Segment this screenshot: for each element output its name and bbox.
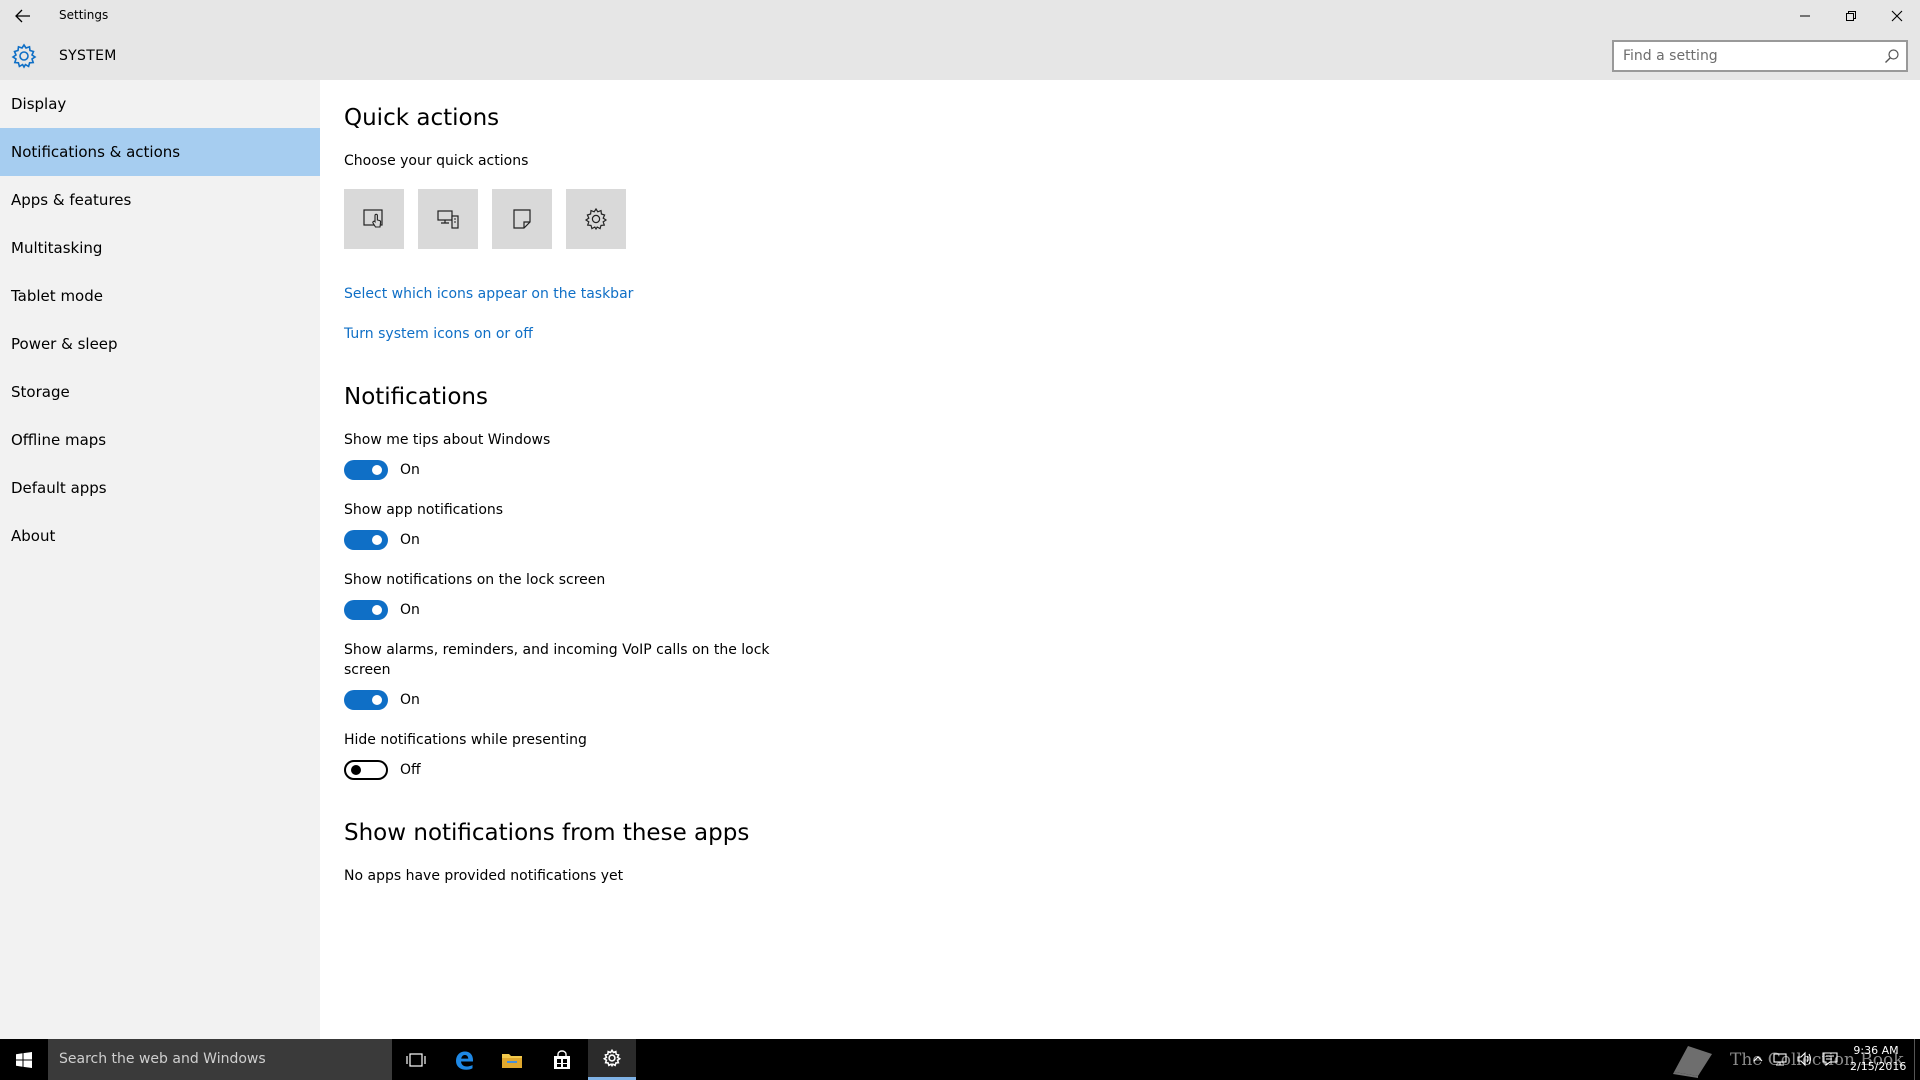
- book-logo-icon: [1673, 1045, 1712, 1078]
- sidebar: Display Notifications & actions Apps & f…: [0, 80, 320, 1039]
- quick-action-tile-3[interactable]: [492, 189, 552, 249]
- sidebar-item-storage[interactable]: Storage: [0, 368, 320, 416]
- no-apps-text: No apps have provided notifications yet: [344, 868, 624, 884]
- system-tray: [1752, 1051, 1838, 1067]
- search-input[interactable]: [1614, 42, 1874, 70]
- store-button[interactable]: [538, 1039, 586, 1080]
- taskbar-icons-link[interactable]: Select which icons appear on the taskbar: [344, 286, 633, 302]
- task-view-icon: [406, 1052, 426, 1067]
- action-center-icon[interactable]: [1822, 1051, 1838, 1067]
- minimize-icon: [1800, 15, 1810, 16]
- main-content: Quick actions Choose your quick actions …: [320, 80, 1920, 1039]
- volume-icon[interactable]: [1796, 1051, 1814, 1067]
- toggle-app-notifications[interactable]: [344, 530, 388, 550]
- settings-header: SYSTEM: [0, 31, 1920, 80]
- sidebar-item-power-sleep[interactable]: Power & sleep: [0, 320, 320, 368]
- windows-logo-icon: [16, 1051, 32, 1068]
- sidebar-item-offline-maps[interactable]: Offline maps: [0, 416, 320, 464]
- chevron-up-icon[interactable]: [1752, 1051, 1764, 1067]
- apps-notifications-heading: Show notifications from these apps: [344, 820, 750, 846]
- toggle-knob: [372, 695, 382, 705]
- task-view-button[interactable]: [392, 1039, 440, 1080]
- toggle-state-lock-screen: On: [400, 602, 420, 618]
- taskbar: Search the web and Windows The Collectio…: [0, 1039, 1920, 1080]
- taskbar-search[interactable]: Search the web and Windows: [48, 1039, 392, 1080]
- quick-action-tile-2[interactable]: [418, 189, 478, 249]
- setting-label-lock-screen: Show notifications on the lock screen: [344, 572, 606, 588]
- connect-icon: [437, 210, 459, 229]
- tablet-mode-icon: [363, 209, 383, 228]
- setting-label-hide-presenting: Hide notifications while presenting: [344, 732, 587, 748]
- restore-icon: [1846, 10, 1856, 21]
- show-desktop-button[interactable]: [1914, 1039, 1920, 1080]
- toggle-tips[interactable]: [344, 460, 388, 480]
- sidebar-item-tablet-mode[interactable]: Tablet mode: [0, 272, 320, 320]
- toggle-state-app-notifications: On: [400, 532, 420, 548]
- gear-icon: [602, 1048, 622, 1068]
- note-icon: [513, 209, 531, 229]
- edge-button[interactable]: [440, 1039, 488, 1080]
- search-box[interactable]: [1612, 40, 1908, 72]
- search-icon[interactable]: [1884, 48, 1900, 64]
- sidebar-item-apps-features[interactable]: Apps & features: [0, 176, 320, 224]
- toggle-knob: [372, 605, 382, 615]
- sidebar-item-default-apps[interactable]: Default apps: [0, 464, 320, 512]
- restore-button[interactable]: [1828, 0, 1874, 31]
- clock-time: 9:36 AM: [1853, 1044, 1899, 1057]
- sidebar-item-multitasking[interactable]: Multitasking: [0, 224, 320, 272]
- taskbar-clock[interactable]: 9:36 AM 2/15/2016: [1850, 1043, 1907, 1075]
- quick-action-tile-1[interactable]: [344, 189, 404, 249]
- window-title: Settings: [59, 8, 109, 22]
- back-button[interactable]: [0, 0, 46, 31]
- edge-icon: [456, 1051, 473, 1070]
- quick-action-tile-4[interactable]: [566, 189, 626, 249]
- store-bag-icon: [554, 1049, 570, 1069]
- system-icons-link[interactable]: Turn system icons on or off: [344, 326, 533, 342]
- toggle-knob: [372, 535, 382, 545]
- start-button[interactable]: [0, 1039, 48, 1080]
- toggle-state-hide-presenting: Off: [400, 762, 421, 778]
- quick-actions-subheading: Choose your quick actions: [344, 153, 529, 169]
- quick-actions-heading: Quick actions: [344, 105, 500, 131]
- toggle-lock-screen[interactable]: [344, 600, 388, 620]
- taskbar-search-text: Search the web and Windows: [59, 1051, 266, 1067]
- section-title: SYSTEM: [59, 48, 117, 64]
- minimize-button[interactable]: [1782, 0, 1828, 31]
- network-icon[interactable]: [1772, 1051, 1788, 1067]
- clock-date: 2/15/2016: [1850, 1060, 1907, 1073]
- toggle-alarms-voip[interactable]: [344, 690, 388, 710]
- close-icon: [1891, 10, 1903, 21]
- sidebar-item-about[interactable]: About: [0, 512, 320, 560]
- close-button[interactable]: [1874, 0, 1920, 31]
- setting-label-tips: Show me tips about Windows: [344, 432, 551, 448]
- toggle-hide-presenting[interactable]: [344, 760, 388, 780]
- toggle-knob: [351, 765, 361, 775]
- file-explorer-button[interactable]: [488, 1039, 536, 1080]
- toggle-state-alarms-voip: On: [400, 692, 420, 708]
- gear-icon: [11, 43, 37, 69]
- toggle-state-tips: On: [400, 462, 420, 478]
- title-bar: Settings: [0, 0, 1920, 31]
- all-settings-icon: [584, 207, 608, 231]
- settings-taskbar-button[interactable]: [588, 1039, 636, 1080]
- folder-icon: [502, 1053, 522, 1068]
- arrow-left-icon: [15, 9, 30, 22]
- notifications-heading: Notifications: [344, 384, 488, 410]
- sidebar-item-display[interactable]: Display: [0, 80, 320, 128]
- setting-label-alarms-voip: Show alarms, reminders, and incoming VoI…: [344, 642, 770, 678]
- sidebar-item-notifications-actions[interactable]: Notifications & actions: [0, 128, 320, 176]
- setting-label-app-notifications: Show app notifications: [344, 502, 504, 518]
- toggle-knob: [372, 465, 382, 475]
